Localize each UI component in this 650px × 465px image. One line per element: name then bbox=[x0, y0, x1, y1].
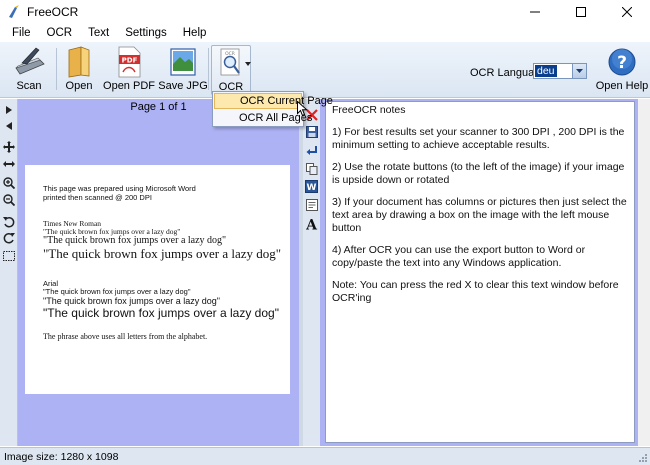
copy-icon[interactable] bbox=[304, 161, 319, 176]
font-icon[interactable]: A bbox=[304, 216, 319, 231]
menu-help[interactable]: Help bbox=[175, 27, 215, 39]
menu-file[interactable]: File bbox=[4, 27, 39, 39]
mouse-cursor-icon bbox=[297, 101, 308, 117]
open-pdf-label: Open PDF bbox=[103, 80, 155, 92]
previous-page-icon[interactable] bbox=[2, 119, 16, 133]
save-jpg-button[interactable]: Save JPG bbox=[158, 45, 208, 95]
close-icon bbox=[622, 6, 632, 17]
scan-line: "The quick brown fox jumps over a lazy d… bbox=[43, 287, 191, 296]
image-size-status: Image size: 1280 x 1098 bbox=[4, 450, 119, 463]
title-bar: FreeOCR bbox=[0, 0, 650, 23]
svg-text:?: ? bbox=[617, 53, 627, 73]
scan-line: This page was prepared using Microsoft W… bbox=[43, 184, 196, 193]
note-paragraph: Note: You can press the red X to clear t… bbox=[332, 279, 619, 304]
resize-grip-icon[interactable] bbox=[638, 453, 648, 463]
save-text-icon[interactable] bbox=[304, 124, 319, 139]
maximize-icon bbox=[576, 6, 586, 17]
svg-text:W: W bbox=[307, 183, 317, 193]
ocr-dropdown-menu: OCR Current Page OCR All Pages bbox=[212, 91, 333, 127]
minimize-icon bbox=[530, 11, 540, 12]
select-area-icon[interactable] bbox=[2, 249, 16, 263]
text-pane: FreeOCR notes 1) For best results set yo… bbox=[320, 99, 646, 446]
chevron-down-icon[interactable] bbox=[245, 62, 251, 66]
note-paragraph: 4) After OCR you can use the export butt… bbox=[332, 244, 586, 269]
scan-button[interactable]: Scan bbox=[8, 45, 50, 95]
export-word-icon[interactable]: W bbox=[304, 179, 319, 194]
close-button[interactable] bbox=[604, 0, 650, 23]
image-tools bbox=[0, 99, 18, 446]
image-pane[interactable]: Page 1 of 1 This page was prepared using… bbox=[18, 99, 299, 446]
help-icon: ? bbox=[608, 48, 636, 76]
svg-text:A: A bbox=[305, 217, 318, 231]
text-tools: W A bbox=[303, 99, 320, 446]
line-break-icon[interactable] bbox=[304, 143, 319, 158]
pdf-icon: PDF bbox=[118, 46, 141, 78]
menu-text[interactable]: Text bbox=[80, 27, 117, 39]
maximize-button[interactable] bbox=[558, 0, 604, 23]
open-help-label: Open Help bbox=[595, 80, 649, 92]
window-edge bbox=[638, 99, 650, 446]
fit-width-icon[interactable] bbox=[2, 157, 16, 171]
zoom-out-icon[interactable] bbox=[2, 193, 16, 207]
rotate-left-icon[interactable] bbox=[2, 215, 16, 229]
open-pdf-button[interactable]: PDF Open PDF bbox=[103, 45, 155, 95]
menu-ocr[interactable]: OCR bbox=[39, 27, 81, 39]
ocr-button[interactable]: OCR OCR bbox=[211, 45, 251, 95]
ocr-language-select[interactable]: deu bbox=[533, 63, 587, 79]
folder-icon bbox=[68, 46, 90, 78]
menu-bar: File OCR Text Settings Help bbox=[0, 23, 650, 42]
image-icon bbox=[170, 48, 196, 76]
note-paragraph: 1) For best results set your scanner to … bbox=[332, 126, 625, 151]
menu-item-ocr-all-pages[interactable]: OCR All Pages bbox=[214, 110, 312, 126]
menu-settings[interactable]: Settings bbox=[117, 27, 175, 39]
next-page-icon[interactable] bbox=[2, 103, 16, 117]
open-button[interactable]: Open bbox=[62, 45, 96, 95]
scan-line: The phrase above uses all letters from t… bbox=[43, 332, 208, 341]
ocr-language-value: deu bbox=[535, 65, 557, 77]
scan-line: printed then scanned @ 200 DPI bbox=[43, 193, 152, 202]
svg-text:PDF: PDF bbox=[122, 57, 138, 65]
open-label: Open bbox=[65, 80, 93, 92]
scan-line: "The quick brown fox jumps over a lazy d… bbox=[43, 306, 279, 320]
scan-line: "The quick brown fox jumps over a lazy d… bbox=[43, 246, 282, 261]
ocr-text-area[interactable]: FreeOCR notes 1) For best results set yo… bbox=[325, 101, 635, 443]
export-text-icon[interactable] bbox=[304, 197, 319, 212]
pan-icon[interactable] bbox=[2, 140, 16, 154]
open-help-button[interactable]: ? Open Help bbox=[595, 45, 649, 95]
app-icon bbox=[9, 4, 19, 18]
rotate-right-icon[interactable] bbox=[2, 231, 16, 245]
note-title: FreeOCR notes bbox=[332, 104, 406, 116]
note-paragraph: 2) Use the rotate buttons (to the left o… bbox=[332, 161, 625, 186]
minimize-button[interactable] bbox=[512, 0, 558, 23]
status-bar: Image size: 1280 x 1098 bbox=[0, 447, 650, 465]
zoom-in-icon[interactable] bbox=[2, 176, 16, 190]
scan-label: Scan bbox=[16, 80, 42, 92]
save-jpg-label: Save JPG bbox=[158, 80, 208, 92]
select-arrow-icon[interactable] bbox=[572, 64, 586, 78]
magnifier-page-icon: OCR bbox=[220, 48, 240, 76]
scan-line: "The quick brown fox jumps over a lazy d… bbox=[43, 296, 220, 306]
menu-item-ocr-current-page[interactable]: OCR Current Page bbox=[214, 93, 333, 109]
note-paragraph: 3) If your document has columns or pictu… bbox=[332, 196, 627, 234]
scan-line: "The quick brown fox jumps over a lazy d… bbox=[43, 235, 227, 246]
window-title: FreeOCR bbox=[27, 4, 79, 19]
scanner-icon bbox=[15, 47, 45, 75]
scanned-page[interactable]: This page was prepared using Microsoft W… bbox=[25, 165, 290, 394]
